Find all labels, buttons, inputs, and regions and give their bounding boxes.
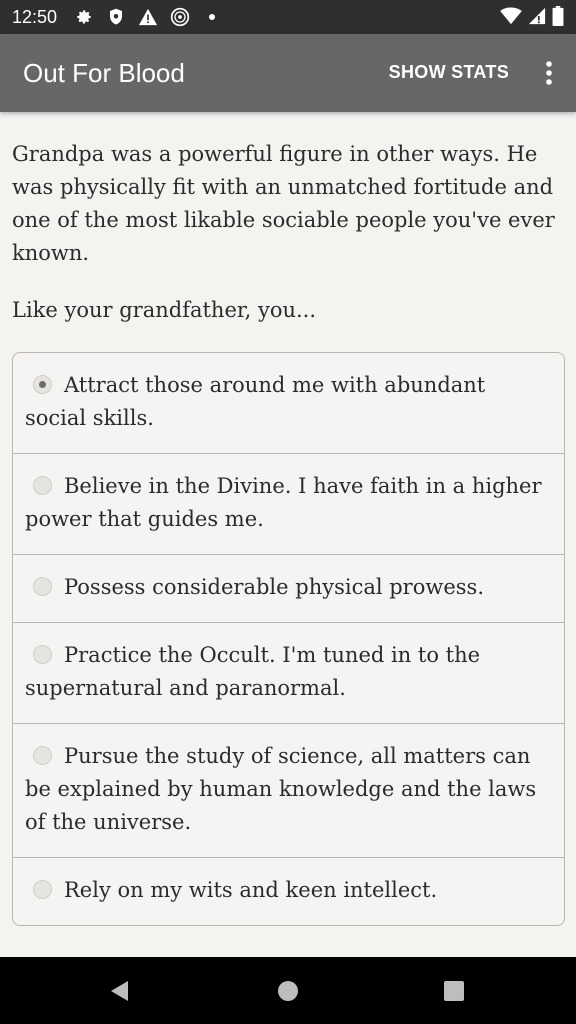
nav-bar — [0, 957, 576, 1024]
show-stats-button[interactable]: SHOW STATS — [389, 62, 509, 83]
status-time: 12:50 — [12, 6, 58, 27]
warning-icon — [137, 6, 159, 28]
choice-label: Possess considerable physical prowess. — [64, 575, 484, 599]
dot-icon — [201, 6, 223, 28]
gear-icon — [73, 6, 95, 28]
story-prompt: Like your grandfather, you... — [12, 298, 317, 322]
radio-button[interactable] — [33, 476, 52, 495]
shield-icon — [105, 6, 127, 28]
app-title: Out For Blood — [23, 57, 185, 88]
choice-option[interactable]: Pursue the study of science, all matters… — [13, 724, 564, 858]
wifi-icon — [500, 7, 522, 30]
choice-option[interactable]: Attract those around me with abundant so… — [13, 353, 564, 454]
story-paragraph: Grandpa was a powerful figure in other w… — [12, 142, 555, 265]
back-icon[interactable] — [108, 979, 132, 1003]
app-bar: Out For Blood SHOW STATS — [0, 34, 576, 112]
status-bar: 12:50 — [0, 0, 576, 34]
choice-option[interactable]: Possess considerable physical prowess. — [13, 555, 564, 623]
choice-list: Attract those around me with abundant so… — [12, 352, 565, 926]
choice-label: Rely on my wits and keen intellect. — [64, 878, 438, 902]
choice-option[interactable]: Practice the Occult. I'm tuned in to the… — [13, 623, 564, 724]
battery-icon — [552, 6, 564, 31]
choice-option[interactable]: Rely on my wits and keen intellect. — [13, 858, 564, 925]
choice-label: Believe in the Divine. I have faith in a… — [25, 474, 542, 531]
globe-icon — [169, 6, 191, 28]
choice-label: Practice the Occult. I'm tuned in to the… — [25, 643, 481, 700]
radio-button[interactable] — [33, 746, 52, 765]
radio-button[interactable] — [33, 577, 52, 596]
choice-label: Pursue the study of science, all matters… — [25, 744, 537, 834]
choice-label: Attract those around me with abundant so… — [25, 373, 486, 430]
more-vert-icon[interactable] — [540, 60, 558, 86]
home-icon[interactable] — [276, 979, 300, 1003]
radio-button[interactable] — [33, 880, 52, 899]
radio-button-checked[interactable] — [33, 375, 52, 394]
story-content: Grandpa was a powerful figure in other w… — [12, 138, 564, 327]
recents-icon[interactable] — [442, 979, 466, 1003]
signal-icon — [528, 7, 546, 30]
radio-button[interactable] — [33, 645, 52, 664]
choice-option[interactable]: Believe in the Divine. I have faith in a… — [13, 454, 564, 555]
